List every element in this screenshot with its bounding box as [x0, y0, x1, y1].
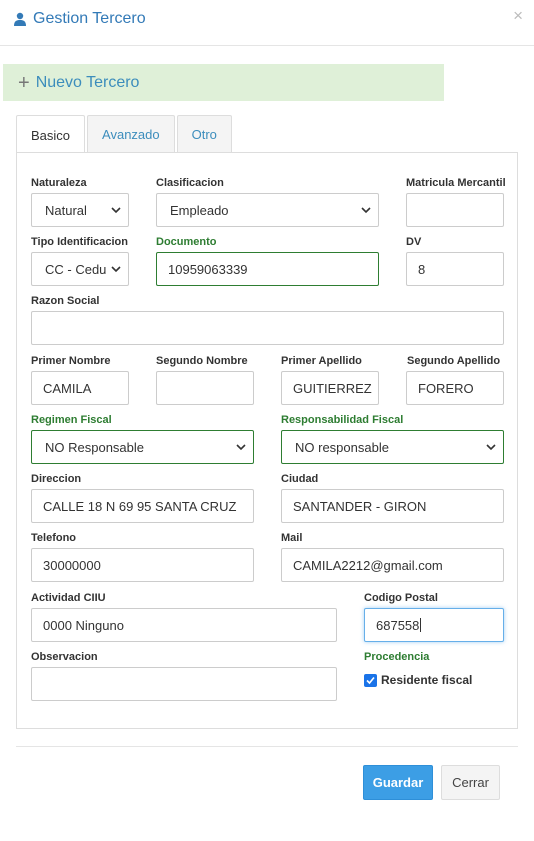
text-cursor — [420, 618, 422, 632]
chevron-down-icon — [236, 444, 246, 451]
banner-title: Nuevo Tercero — [35, 73, 140, 91]
razon-social-input[interactable] — [31, 311, 504, 345]
residente-fiscal-label: Residente fiscal — [381, 673, 473, 687]
guardar-button[interactable]: Guardar — [363, 765, 433, 800]
primer-apellido-label: Primer Apellido — [281, 355, 362, 367]
chevron-down-icon — [486, 444, 496, 451]
new-third-party-banner: + Nuevo Tercero — [3, 64, 444, 101]
regimen-fiscal-label: Regimen Fiscal — [31, 414, 112, 426]
clasificacion-select[interactable]: Empleado — [156, 193, 379, 227]
segundo-nombre-label: Segundo Nombre — [156, 355, 248, 367]
modal-title: Gestion Tercero — [13, 10, 146, 28]
segundo-apellido-label: Segundo Apellido — [407, 355, 501, 367]
primer-nombre-input[interactable]: CAMILA — [31, 371, 129, 405]
tab-bar: Basico Avanzado Otro — [16, 115, 234, 154]
tipo-identificacion-value: CC - Cedu — [45, 261, 107, 277]
modal-header: Gestion Tercero × — [0, 0, 534, 46]
telefono-input[interactable]: 30000000 — [31, 548, 254, 582]
naturaleza-value: Natural — [45, 202, 87, 218]
direccion-label: Direccion — [31, 473, 82, 485]
checkbox-checked-icon[interactable] — [364, 673, 377, 687]
observacion-label: Observacion — [31, 651, 98, 663]
tab-avanzado[interactable]: Avanzado — [87, 115, 175, 153]
matricula-input[interactable] — [406, 193, 504, 227]
footer-divider — [16, 746, 518, 747]
mail-label: Mail — [281, 532, 303, 544]
tipo-identificacion-select[interactable]: CC - Cedu — [31, 252, 129, 286]
observacion-input[interactable] — [31, 667, 337, 701]
direccion-input[interactable]: CALLE 18 N 69 95 SANTA CRUZ — [31, 489, 254, 523]
residente-fiscal-checkbox[interactable]: Residente fiscal — [364, 673, 472, 687]
chevron-down-icon — [111, 207, 121, 214]
mail-input[interactable]: CAMILA2212@gmail.com — [281, 548, 504, 582]
matricula-label: Matricula Mercantil — [406, 177, 506, 189]
chevron-down-icon — [111, 266, 121, 273]
clasificacion-value: Empleado — [170, 202, 229, 218]
telefono-label: Telefono — [31, 532, 77, 544]
cerrar-button[interactable]: Cerrar — [441, 765, 500, 800]
naturaleza-label: Naturaleza — [31, 177, 87, 189]
procedencia-label: Procedencia — [364, 651, 430, 663]
codigo-postal-value: 687558 — [376, 617, 420, 633]
segundo-nombre-input[interactable] — [156, 371, 254, 405]
tab-otro[interactable]: Otro — [176, 115, 232, 153]
responsabilidad-fiscal-label: Responsabilidad Fiscal — [281, 414, 404, 426]
modal-title-text: Gestion Tercero — [33, 10, 146, 27]
razon-social-label: Razon Social — [31, 295, 100, 307]
regimen-fiscal-select[interactable]: NO Responsable — [31, 430, 254, 464]
actividad-ciiu-label: Actividad CIIU — [31, 592, 106, 604]
clasificacion-label: Clasificacion — [156, 177, 224, 189]
responsabilidad-fiscal-select[interactable]: NO responsable — [281, 430, 504, 464]
dv-label: DV — [406, 236, 422, 248]
close-icon[interactable]: × — [513, 7, 523, 24]
codigo-postal-input[interactable]: 687558 — [364, 608, 504, 642]
chevron-down-icon — [361, 207, 371, 214]
documento-input[interactable]: 10959063339 — [156, 252, 379, 286]
primer-apellido-input[interactable]: GUITIERREZ — [281, 371, 379, 405]
regimen-fiscal-value: NO Responsable — [45, 439, 144, 455]
segundo-apellido-input[interactable]: FORERO — [406, 371, 504, 405]
tab-basico[interactable]: Basico — [16, 115, 86, 154]
codigo-postal-label: Codigo Postal — [364, 592, 438, 604]
ciudad-input[interactable]: SANTANDER - GIRON — [281, 489, 504, 523]
actividad-ciiu-input[interactable]: 0000 Ninguno — [31, 608, 337, 642]
tipo-identificacion-label: Tipo Identificacion — [31, 236, 128, 248]
responsabilidad-fiscal-value: NO responsable — [295, 439, 389, 455]
user-icon — [14, 12, 26, 26]
ciudad-label: Ciudad — [281, 473, 319, 485]
naturaleza-select[interactable]: Natural — [31, 193, 129, 227]
dv-input[interactable]: 8 — [406, 252, 504, 286]
plus-icon: + — [18, 71, 30, 94]
primer-nombre-label: Primer Nombre — [31, 355, 111, 367]
documento-label: Documento — [156, 236, 217, 248]
